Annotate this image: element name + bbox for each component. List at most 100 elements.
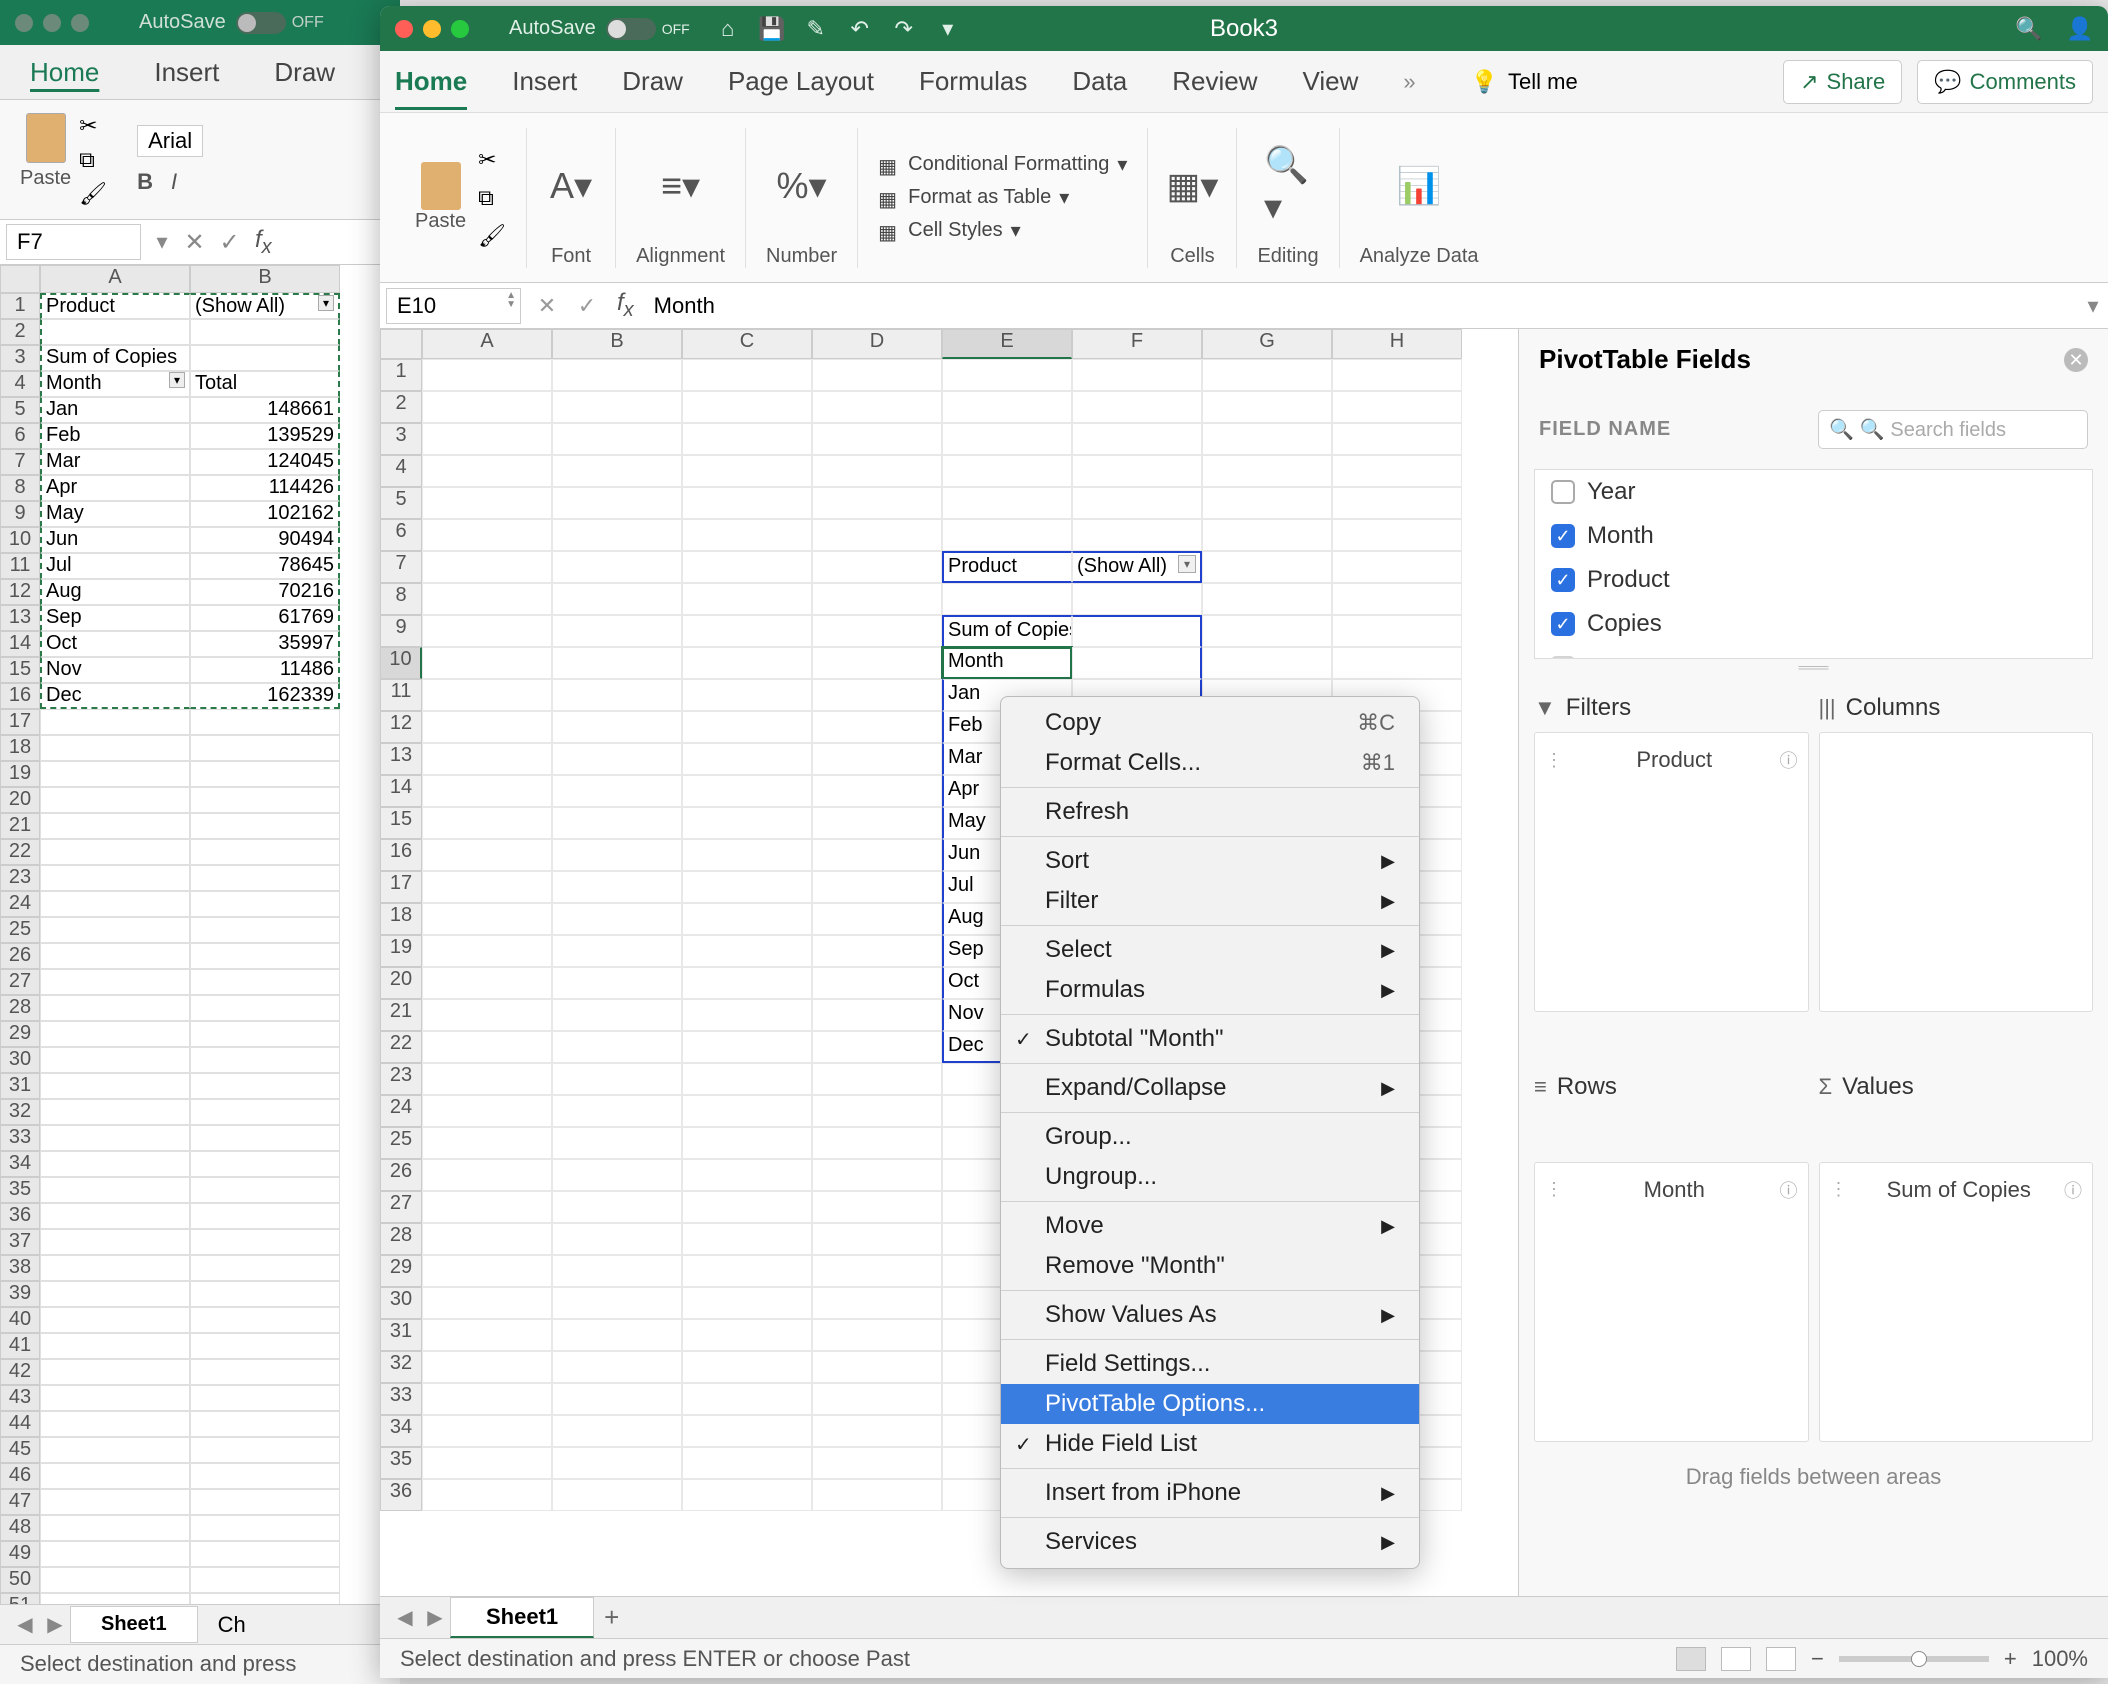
bg-prev-sheet[interactable]: ◀ [10,1612,40,1637]
cell-A34[interactable] [422,1415,552,1447]
select-all-button[interactable] [380,329,422,359]
cell-C26[interactable] [682,1159,812,1191]
cell-C20[interactable] [682,967,812,999]
cell-C11[interactable] [682,679,812,711]
cell-F4[interactable] [1072,455,1202,487]
cell-F9[interactable] [1072,615,1202,647]
enter-formula-icon[interactable]: ✓ [567,293,607,319]
cell-D15[interactable] [812,807,942,839]
cell-A21[interactable] [422,999,552,1031]
normal-view-button[interactable] [1676,1647,1706,1671]
cell-C10[interactable] [682,647,812,679]
alignment-icon[interactable]: ≡▾ [657,162,705,210]
cell-F1[interactable] [1072,359,1202,391]
cell-C3[interactable] [682,423,812,455]
format-painter-icon[interactable]: 🖌 [79,181,107,207]
cell-D29[interactable] [812,1255,942,1287]
cell-C15[interactable] [682,807,812,839]
filter-item-product[interactable]: Productⓘ [1545,743,1798,777]
name-box[interactable]: E10▲▼ [386,288,521,324]
cell-A19[interactable] [422,935,552,967]
search-fields-input[interactable]: 🔍 Search fields [1818,410,2088,449]
bg-spreadsheet-grid[interactable]: A B 1Product(Show All)▾ 2 3Sum of Copies… [0,265,400,1619]
field-year[interactable]: Year [1545,470,2082,514]
row-15[interactable]: 15 [380,807,422,839]
cell-A22[interactable] [422,1031,552,1063]
bg-cell[interactable]: Jul [40,553,190,579]
row-21[interactable]: 21 [380,999,422,1031]
rows-drop-area[interactable]: Monthⓘ [1534,1162,1809,1442]
zoom-out-button[interactable]: − [1811,1646,1824,1672]
cell-G9[interactable] [1202,615,1332,647]
ctx-formulas[interactable]: Formulas▶ [1001,970,1419,1010]
cell-C32[interactable] [682,1351,812,1383]
analyze-icon[interactable]: 📊 [1395,162,1443,210]
cell-F7[interactable]: (Show All)▾ [1072,551,1202,583]
row-23[interactable]: 23 [380,1063,422,1095]
cell-A30[interactable] [422,1287,552,1319]
cell-D3[interactable] [812,423,942,455]
field-month[interactable]: ✓Month [1545,514,2082,558]
cell-B36[interactable] [552,1479,682,1511]
cell-G10[interactable] [1202,647,1332,679]
cell-G6[interactable] [1202,519,1332,551]
cell-D16[interactable] [812,839,942,871]
bg-cell[interactable]: Aug [40,579,190,605]
panel-resize-handle[interactable]: ═══ [1519,659,2108,679]
bg-paste-button[interactable]: Paste [20,113,71,207]
cell-D22[interactable] [812,1031,942,1063]
cell-H6[interactable] [1332,519,1462,551]
bg-name-dropdown[interactable]: ▾ [147,229,177,255]
name-box-stepper-icon[interactable]: ▲▼ [506,291,516,309]
save-icon[interactable]: 💾 [759,16,785,42]
row-11[interactable]: 11 [380,679,422,711]
row-14[interactable]: 14 [380,775,422,807]
bg-cell[interactable]: 148661 [190,397,340,423]
cell-D25[interactable] [812,1127,942,1159]
value-item-sum-copies[interactable]: Sum of Copiesⓘ [1830,1173,2083,1207]
col-G[interactable]: G [1202,329,1332,359]
tab-more-icon[interactable]: » [1403,69,1415,95]
bg-cell[interactable]: May [40,501,190,527]
ctx-pivottable-options[interactable]: PivotTable Options... [1001,1384,1419,1424]
cell-C24[interactable] [682,1095,812,1127]
cell-A13[interactable] [422,743,552,775]
bg-cell[interactable]: 102162 [190,501,340,527]
tell-me-search[interactable]: 💡 Tell me [1471,69,1578,95]
cell-G8[interactable] [1202,583,1332,615]
close-panel-button[interactable]: ✕ [2064,348,2088,372]
bg-col-B[interactable]: B [190,265,340,293]
cell-C12[interactable] [682,711,812,743]
bg-cell[interactable]: 78645 [190,553,340,579]
filters-drop-area[interactable]: Productⓘ [1534,732,1809,1012]
cell-H4[interactable] [1332,455,1462,487]
cell-A26[interactable] [422,1159,552,1191]
cell-A4[interactable] [422,455,552,487]
cell-A7[interactable] [422,551,552,583]
filter-dropdown-icon[interactable]: ▾ [1178,555,1196,573]
cell-C35[interactable] [682,1447,812,1479]
ctx-move[interactable]: Move▶ [1001,1206,1419,1246]
cell-B19[interactable] [552,935,682,967]
tab-draw[interactable]: Draw [622,66,683,97]
cell-C5[interactable] [682,487,812,519]
cell-C28[interactable] [682,1223,812,1255]
field-product[interactable]: ✓Product [1545,558,2082,602]
cell-C27[interactable] [682,1191,812,1223]
cell-B3[interactable] [552,423,682,455]
cell-A36[interactable] [422,1479,552,1511]
row-5[interactable]: 5 [380,487,422,519]
tab-page-layout[interactable]: Page Layout [728,66,874,97]
cell-D9[interactable] [812,615,942,647]
row-34[interactable]: 34 [380,1415,422,1447]
cell-E8[interactable] [942,583,1072,615]
cell-B15[interactable] [552,807,682,839]
cell-A17[interactable] [422,871,552,903]
values-drop-area[interactable]: Sum of Copiesⓘ [1819,1162,2094,1442]
cell-B2[interactable] [552,391,682,423]
ctx-group[interactable]: Group... [1001,1117,1419,1157]
row-16[interactable]: 16 [380,839,422,871]
ctx-sort[interactable]: Sort▶ [1001,841,1419,881]
cell-D32[interactable] [812,1351,942,1383]
cell-G3[interactable] [1202,423,1332,455]
